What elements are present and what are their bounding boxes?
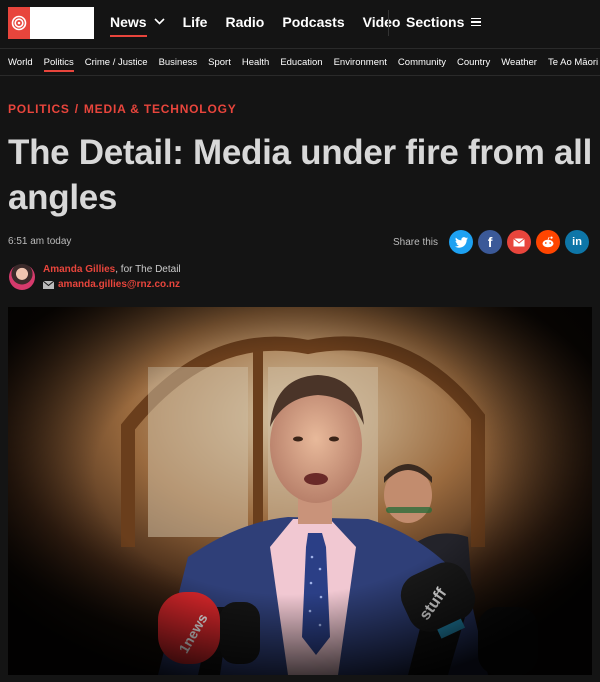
publish-time: 6:51 am today <box>8 236 72 247</box>
subnav-country[interactable]: Country <box>457 57 490 68</box>
nav-video[interactable]: Video <box>363 14 401 30</box>
author-avatar <box>9 264 35 290</box>
subnav-world[interactable]: World <box>8 57 33 68</box>
article-headline: The Detail: Media under fire from all an… <box>8 133 593 217</box>
twitter-icon <box>454 236 468 248</box>
hero-photo: 1news stuff <box>8 307 592 675</box>
hamburger-icon <box>471 17 482 27</box>
subnav-education[interactable]: Education <box>280 57 322 68</box>
email-share-button[interactable] <box>507 230 532 254</box>
top-bar: News Life Radio Podcasts Video Sections <box>0 0 600 46</box>
linkedin-share-button[interactable]: in <box>565 230 590 254</box>
nav-podcasts[interactable]: Podcasts <box>282 14 344 30</box>
nav-divider <box>388 10 389 36</box>
reddit-icon <box>542 236 554 248</box>
subnav-community[interactable]: Community <box>398 57 446 68</box>
envelope-icon <box>43 280 54 289</box>
share-label: Share this <box>393 236 439 248</box>
subnav-business[interactable]: Business <box>159 57 198 68</box>
subnav-politics[interactable]: Politics <box>43 57 74 72</box>
facebook-share-button[interactable]: f <box>478 230 503 254</box>
rnz-logo-icon <box>8 7 30 39</box>
section-subnav: World Politics Crime / Justice Business … <box>0 48 600 76</box>
twitter-share-button[interactable] <box>449 230 474 254</box>
author-byline: Amanda Gillies, for The Detail <box>43 264 181 275</box>
linkedin-icon: in <box>572 236 582 248</box>
kicker-politics-link[interactable]: POLITICS <box>8 102 70 116</box>
rnz-logo[interactable] <box>8 7 94 39</box>
reddit-share-button[interactable] <box>536 230 561 254</box>
envelope-icon <box>513 237 525 246</box>
chevron-down-icon <box>154 16 165 28</box>
subnav-weather[interactable]: Weather <box>501 57 537 68</box>
nav-life[interactable]: Life <box>183 14 208 30</box>
author-email-link[interactable]: amanda.gillies@rnz.co.nz <box>43 279 180 290</box>
article-kicker: POLITICS / MEDIA & TECHNOLOGY <box>8 102 237 116</box>
subnav-health[interactable]: Health <box>242 57 269 68</box>
nav-radio[interactable]: Radio <box>225 14 264 30</box>
subnav-environment[interactable]: Environment <box>334 57 387 68</box>
author-name-link[interactable]: Amanda Gillies <box>43 264 115 275</box>
facebook-icon: f <box>487 234 493 250</box>
kicker-media-link[interactable]: MEDIA & TECHNOLOGY <box>84 102 237 116</box>
nav-news[interactable]: News <box>110 14 165 37</box>
sections-menu-button[interactable]: Sections <box>406 14 482 30</box>
subnav-te-ao-maori[interactable]: Te Ao Māori <box>548 57 598 68</box>
share-bar: Share this f in <box>393 230 590 254</box>
subnav-crime-justice[interactable]: Crime / Justice <box>85 57 148 68</box>
main-nav: News Life Radio Podcasts Video <box>110 14 418 37</box>
subnav-sport[interactable]: Sport <box>208 57 231 68</box>
